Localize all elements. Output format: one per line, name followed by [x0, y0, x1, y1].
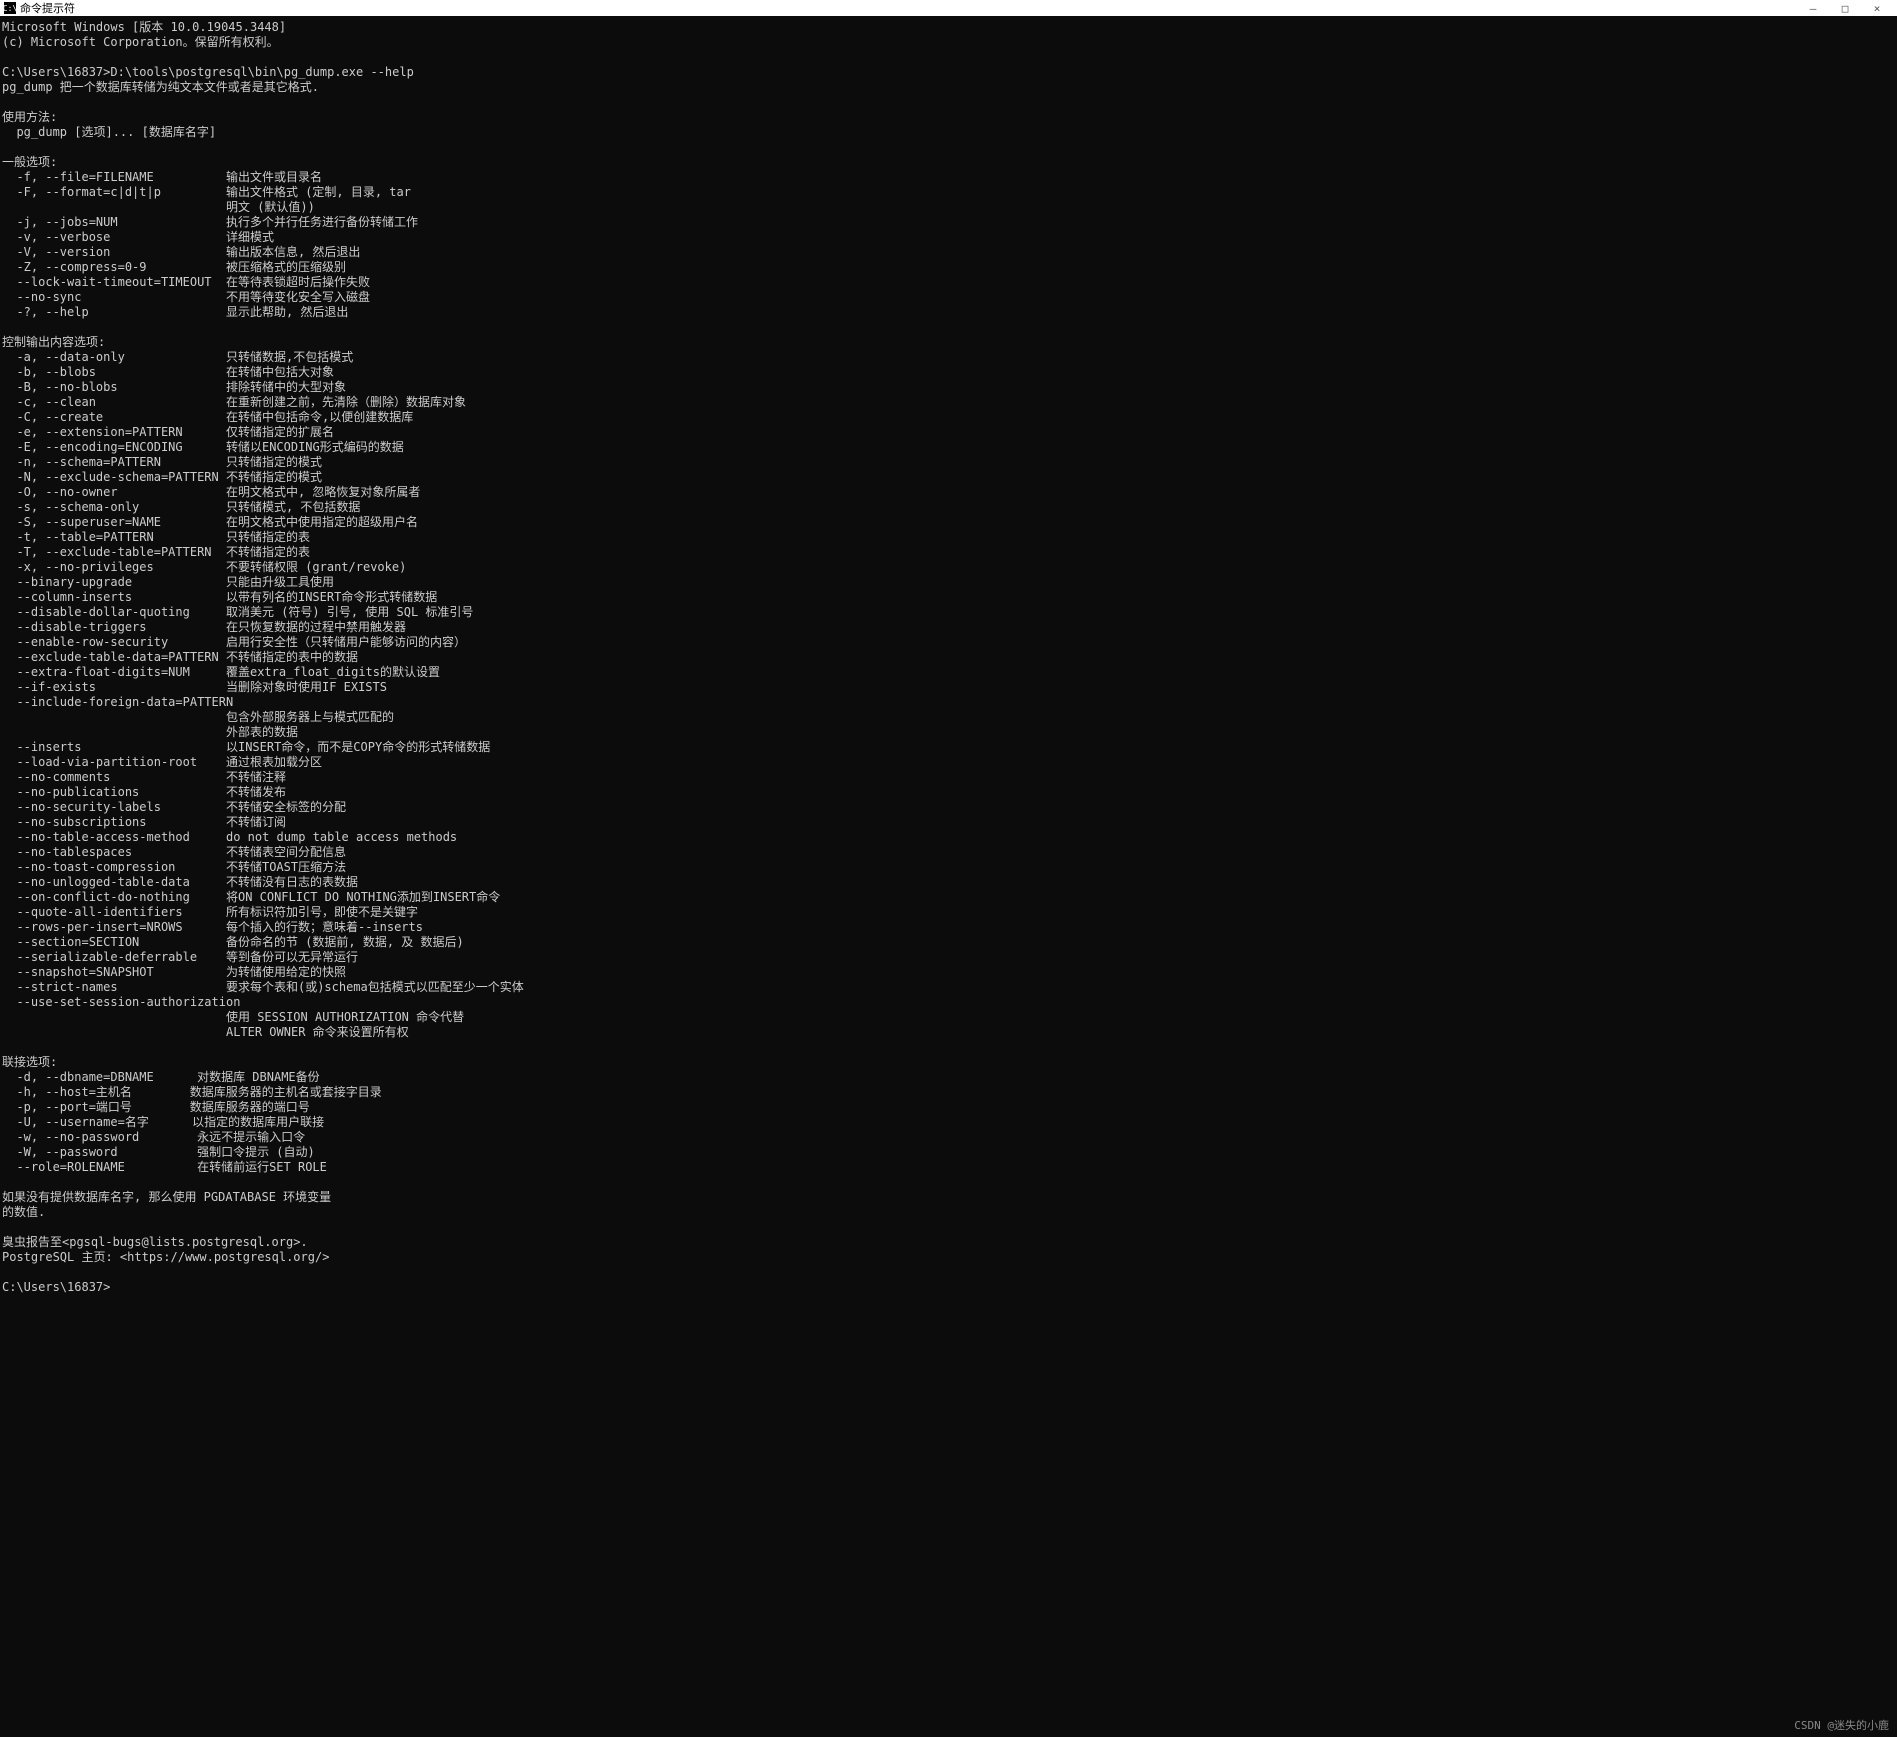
terminal-line: --no-subscriptions 不转储订阅 — [0, 815, 1897, 830]
terminal-line: -U, --username=名字 以指定的数据库用户联接 — [0, 1115, 1897, 1130]
terminal-line: -S, --superuser=NAME 在明文格式中使用指定的超级用户名 — [0, 515, 1897, 530]
terminal-line: --binary-upgrade 只能由升级工具使用 — [0, 575, 1897, 590]
terminal-line: 如果没有提供数据库名字, 那么使用 PGDATABASE 环境变量 — [0, 1190, 1897, 1205]
terminal-line: 包含外部服务器上与模式匹配的 — [0, 710, 1897, 725]
terminal-line: -B, --no-blobs 排除转储中的大型对象 — [0, 380, 1897, 395]
terminal-line: -N, --exclude-schema=PATTERN 不转储指定的模式 — [0, 470, 1897, 485]
terminal-line: --lock-wait-timeout=TIMEOUT 在等待表锁超时后操作失败 — [0, 275, 1897, 290]
terminal-line: -O, --no-owner 在明文格式中, 忽略恢复对象所属者 — [0, 485, 1897, 500]
terminal-line: -a, --data-only 只转储数据,不包括模式 — [0, 350, 1897, 365]
terminal-line: -V, --version 输出版本信息, 然后退出 — [0, 245, 1897, 260]
terminal-line: -d, --dbname=DBNAME 对数据库 DBNAME备份 — [0, 1070, 1897, 1085]
terminal-line: -s, --schema-only 只转储模式, 不包括数据 — [0, 500, 1897, 515]
terminal-line: --no-sync 不用等待变化安全写入磁盘 — [0, 290, 1897, 305]
watermark: CSDN @迷失的小鹿 — [1794, 1717, 1889, 1733]
terminal-output[interactable]: Microsoft Windows [版本 10.0.19045.3448](c… — [0, 16, 1897, 1299]
terminal-line: --disable-triggers 在只恢复数据的过程中禁用触发器 — [0, 620, 1897, 635]
maximize-button[interactable]: □ — [1837, 2, 1853, 15]
terminal-line: pg_dump 把一个数据库转储为纯文本文件或者是其它格式. — [0, 80, 1897, 95]
terminal-line — [0, 1175, 1897, 1190]
terminal-line: -F, --format=c|d|t|p 输出文件格式 (定制, 目录, tar — [0, 185, 1897, 200]
terminal-line: (c) Microsoft Corporation。保留所有权利。 — [0, 35, 1897, 50]
terminal-line: --strict-names 要求每个表和(或)schema包括模式以匹配至少一… — [0, 980, 1897, 995]
terminal-line: -b, --blobs 在转储中包括大对象 — [0, 365, 1897, 380]
terminal-line: --no-unlogged-table-data 不转储没有日志的表数据 — [0, 875, 1897, 890]
terminal-line: C:\Users\16837>D:\tools\postgresql\bin\p… — [0, 65, 1897, 80]
terminal-line: -?, --help 显示此帮助, 然后退出 — [0, 305, 1897, 320]
terminal-line: -h, --host=主机名 数据库服务器的主机名或套接字目录 — [0, 1085, 1897, 1100]
terminal-line: --extra-float-digits=NUM 覆盖extra_float_d… — [0, 665, 1897, 680]
terminal-line: -f, --file=FILENAME 输出文件或目录名 — [0, 170, 1897, 185]
terminal-line: 控制输出内容选项: — [0, 335, 1897, 350]
window-title: 命令提示符 — [20, 0, 1805, 16]
terminal-line: -E, --encoding=ENCODING 转储以ENCODING形式编码的… — [0, 440, 1897, 455]
terminal-line: Microsoft Windows [版本 10.0.19045.3448] — [0, 20, 1897, 35]
terminal-line: -t, --table=PATTERN 只转储指定的表 — [0, 530, 1897, 545]
terminal-line: --if-exists 当删除对象时使用IF EXISTS — [0, 680, 1897, 695]
terminal-line: --serializable-deferrable 等到备份可以无异常运行 — [0, 950, 1897, 965]
terminal-line: --no-tablespaces 不转储表空间分配信息 — [0, 845, 1897, 860]
terminal-line: -n, --schema=PATTERN 只转储指定的模式 — [0, 455, 1897, 470]
terminal-line: -T, --exclude-table=PATTERN 不转储指定的表 — [0, 545, 1897, 560]
terminal-line: --no-publications 不转储发布 — [0, 785, 1897, 800]
terminal-line: PostgreSQL 主页: <https://www.postgresql.o… — [0, 1250, 1897, 1265]
terminal-line: -p, --port=端口号 数据库服务器的端口号 — [0, 1100, 1897, 1115]
terminal-line — [0, 1265, 1897, 1280]
terminal-line: -x, --no-privileges 不要转储权限 (grant/revoke… — [0, 560, 1897, 575]
terminal-line: --include-foreign-data=PATTERN — [0, 695, 1897, 710]
terminal-line: --quote-all-identifiers 所有标识符加引号，即使不是关键字 — [0, 905, 1897, 920]
terminal-line: --no-toast-compression 不转储TOAST压缩方法 — [0, 860, 1897, 875]
terminal-line: --snapshot=SNAPSHOT 为转储使用给定的快照 — [0, 965, 1897, 980]
terminal-line: 一般选项: — [0, 155, 1897, 170]
terminal-line: -w, --no-password 永远不提示输入口令 — [0, 1130, 1897, 1145]
terminal-line: --rows-per-insert=NROWS 每个插入的行数；意味着--ins… — [0, 920, 1897, 935]
terminal-line — [0, 50, 1897, 65]
terminal-line: 使用 SESSION AUTHORIZATION 命令代替 — [0, 1010, 1897, 1025]
terminal-line: -Z, --compress=0-9 被压缩格式的压缩级别 — [0, 260, 1897, 275]
terminal-line: pg_dump [选项]... [数据库名字] — [0, 125, 1897, 140]
terminal-line — [0, 1040, 1897, 1055]
terminal-line: --enable-row-security 启用行安全性（只转储用户能够访问的内… — [0, 635, 1897, 650]
close-button[interactable]: × — [1869, 2, 1885, 15]
terminal-line: --no-table-access-method do not dump tab… — [0, 830, 1897, 845]
terminal-line: -c, --clean 在重新创建之前，先清除（删除）数据库对象 — [0, 395, 1897, 410]
terminal-line: -W, --password 强制口令提示 (自动) — [0, 1145, 1897, 1160]
terminal-line — [0, 95, 1897, 110]
terminal-line: --no-security-labels 不转储安全标签的分配 — [0, 800, 1897, 815]
terminal-line: --exclude-table-data=PATTERN 不转储指定的表中的数据 — [0, 650, 1897, 665]
terminal-line: -C, --create 在转储中包括命令,以便创建数据库 — [0, 410, 1897, 425]
terminal-line: 明文 (默认值)) — [0, 200, 1897, 215]
terminal-line: --on-conflict-do-nothing 将ON CONFLICT DO… — [0, 890, 1897, 905]
terminal-line: 使用方法: — [0, 110, 1897, 125]
terminal-line: 外部表的数据 — [0, 725, 1897, 740]
terminal-line: 的数值. — [0, 1205, 1897, 1220]
terminal-line: --role=ROLENAME 在转储前运行SET ROLE — [0, 1160, 1897, 1175]
terminal-line: -j, --jobs=NUM 执行多个并行任务进行备份转储工作 — [0, 215, 1897, 230]
terminal-line: 联接选项: — [0, 1055, 1897, 1070]
terminal-line: -v, --verbose 详细模式 — [0, 230, 1897, 245]
terminal-line: --column-inserts 以带有列名的INSERT命令形式转储数据 — [0, 590, 1897, 605]
terminal-line: --no-comments 不转储注释 — [0, 770, 1897, 785]
terminal-line: --load-via-partition-root 通过根表加载分区 — [0, 755, 1897, 770]
terminal-line: --inserts 以INSERT命令，而不是COPY命令的形式转储数据 — [0, 740, 1897, 755]
terminal-line: --section=SECTION 备份命名的节 (数据前, 数据, 及 数据后… — [0, 935, 1897, 950]
terminal-line: 臭虫报告至<pgsql-bugs@lists.postgresql.org>. — [0, 1235, 1897, 1250]
terminal-line: C:\Users\16837> — [0, 1280, 1897, 1295]
terminal-line: --use-set-session-authorization — [0, 995, 1897, 1010]
terminal-line — [0, 1220, 1897, 1235]
terminal-line — [0, 320, 1897, 335]
terminal-line — [0, 140, 1897, 155]
title-bar: C:\ 命令提示符 — □ × — [0, 0, 1897, 16]
terminal-line: --disable-dollar-quoting 取消美元 (符号) 引号, 使… — [0, 605, 1897, 620]
window-controls: — □ × — [1805, 2, 1893, 15]
minimize-button[interactable]: — — [1805, 2, 1821, 15]
terminal-line: ALTER OWNER 命令来设置所有权 — [0, 1025, 1897, 1040]
cmd-icon: C:\ — [4, 2, 16, 14]
terminal-line: -e, --extension=PATTERN 仅转储指定的扩展名 — [0, 425, 1897, 440]
